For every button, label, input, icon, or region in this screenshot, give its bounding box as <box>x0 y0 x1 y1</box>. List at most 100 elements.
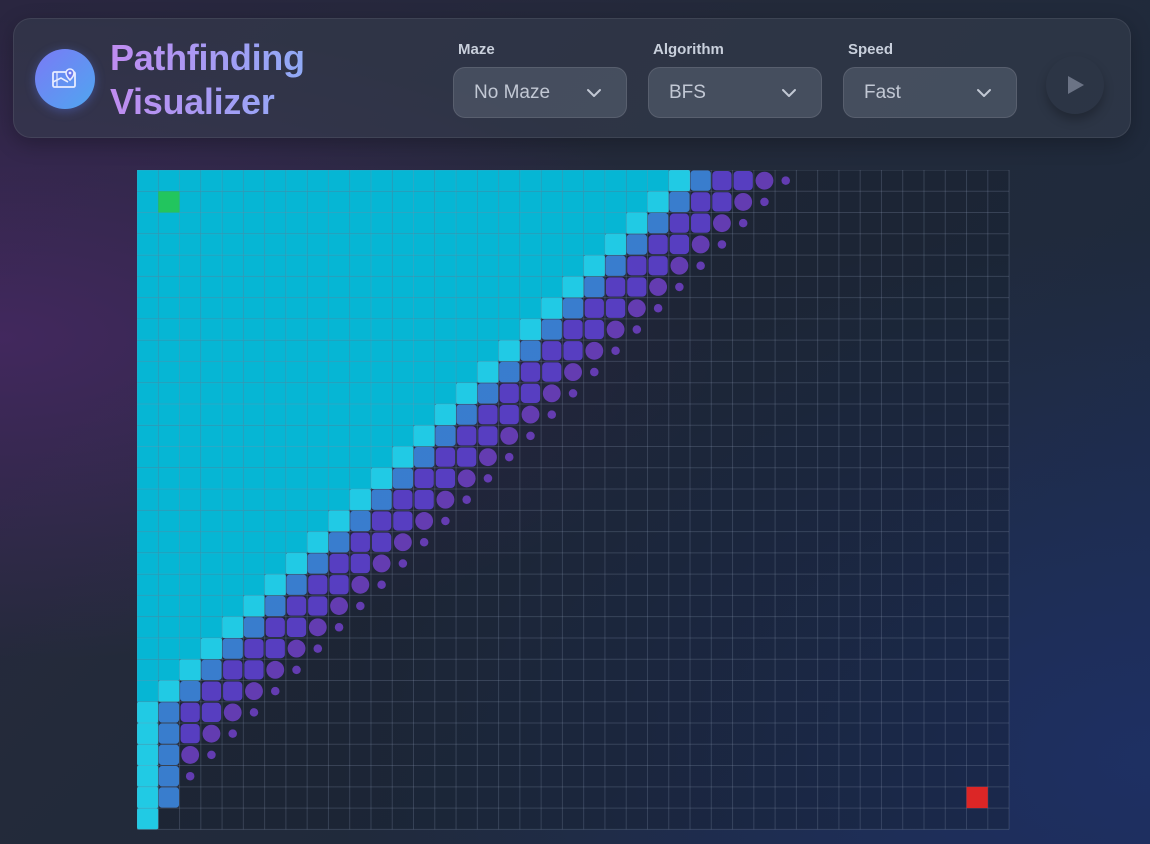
queued-node <box>462 495 471 504</box>
speed-control: Speed Fast <box>843 41 1017 118</box>
visited-cell <box>243 233 265 256</box>
visited-cell <box>349 212 371 234</box>
maze-value: No Maze <box>474 81 551 103</box>
visited-cell <box>307 510 329 532</box>
frontier-cell <box>605 298 626 318</box>
frontier-cell <box>158 702 180 723</box>
visited-cell <box>328 425 350 447</box>
visited-cell <box>498 276 520 298</box>
queued-node <box>781 176 790 185</box>
visited-cell <box>413 255 435 277</box>
visited-cell <box>285 425 308 447</box>
frontier-cell <box>371 511 392 531</box>
frontier-cell <box>329 575 349 595</box>
visited-cell <box>456 318 478 341</box>
end-node[interactable] <box>966 786 988 809</box>
visited-cell <box>222 361 244 383</box>
visited-cell <box>158 255 180 277</box>
queued-node <box>590 367 599 377</box>
visited-cell <box>477 233 499 256</box>
frontier-cell <box>350 553 370 574</box>
visited-cell <box>328 489 350 511</box>
frontier-cell <box>308 575 328 595</box>
speed-select[interactable]: Fast <box>843 67 1017 118</box>
visited-cell <box>179 637 201 660</box>
visited-cell <box>498 318 520 341</box>
frontier-cell <box>626 212 648 234</box>
visited-cell <box>307 212 329 234</box>
start-node[interactable] <box>158 191 180 213</box>
visited-cell <box>158 489 180 511</box>
visited-cell <box>307 297 329 319</box>
visited-cell <box>200 574 223 596</box>
visited-cell <box>137 680 159 702</box>
frontier-cell <box>286 617 307 637</box>
visited-cell <box>222 531 244 553</box>
frontier-cell <box>307 531 329 553</box>
visited-cell <box>222 212 244 234</box>
visited-cell <box>392 425 414 447</box>
visited-cell <box>264 552 286 575</box>
visited-cell <box>137 659 159 681</box>
visited-cell <box>349 382 371 404</box>
frontier-cell <box>562 298 584 319</box>
visited-cell <box>137 467 159 490</box>
visited-cell <box>200 510 223 532</box>
frontier-cell <box>371 489 392 510</box>
frontier-cell <box>542 341 562 361</box>
frontier-cell <box>605 277 626 297</box>
visited-cell <box>349 403 371 426</box>
visited-cell <box>307 446 329 468</box>
queued-node <box>393 533 412 552</box>
visited-cell <box>583 191 605 213</box>
visited-cell <box>413 318 435 341</box>
visited-cell <box>243 318 265 341</box>
visited-cell <box>370 297 393 319</box>
queued-node <box>568 389 578 398</box>
visited-cell <box>349 233 371 256</box>
visited-cell <box>434 318 457 341</box>
visited-cell <box>285 382 308 404</box>
visited-cell <box>137 170 159 192</box>
frontier-cell <box>371 532 392 552</box>
visited-cell <box>583 212 605 234</box>
queued-node <box>313 644 323 653</box>
visited-cell <box>243 552 265 575</box>
visited-cell <box>137 382 159 404</box>
queued-node <box>207 750 216 760</box>
visited-cell <box>137 489 159 511</box>
frontier-cell <box>627 256 647 276</box>
visited-cell <box>200 489 223 511</box>
frontier-cell <box>669 191 690 213</box>
frontier-cell <box>158 723 180 744</box>
visited-cell <box>307 361 329 383</box>
visited-cell <box>158 637 180 660</box>
visited-cell <box>392 382 414 404</box>
queued-node <box>585 341 604 360</box>
visited-cell <box>392 233 414 256</box>
frontier-cell <box>691 213 711 233</box>
visited-cell <box>477 340 499 362</box>
visited-cell <box>413 382 435 404</box>
visited-cell <box>328 446 350 468</box>
visited-cell <box>413 276 435 298</box>
visited-cell <box>477 212 499 234</box>
frontier-cell <box>541 319 562 340</box>
maze-select[interactable]: No Maze <box>453 67 627 118</box>
play-button[interactable] <box>1046 56 1104 114</box>
queued-node <box>457 469 476 488</box>
visited-cell <box>519 212 542 234</box>
visited-cell <box>222 489 244 511</box>
visited-cell <box>349 425 371 447</box>
visited-cell <box>285 212 308 234</box>
visited-cell <box>392 340 414 362</box>
visited-cell <box>243 403 265 426</box>
pathfinding-grid[interactable] <box>137 170 1010 830</box>
visited-cell <box>519 255 542 277</box>
visited-cell <box>541 191 563 213</box>
visited-cell <box>328 467 350 490</box>
frontier-cell <box>478 426 498 446</box>
queued-node <box>266 660 285 679</box>
algorithm-select[interactable]: BFS <box>648 67 822 118</box>
visited-cell <box>370 340 393 362</box>
